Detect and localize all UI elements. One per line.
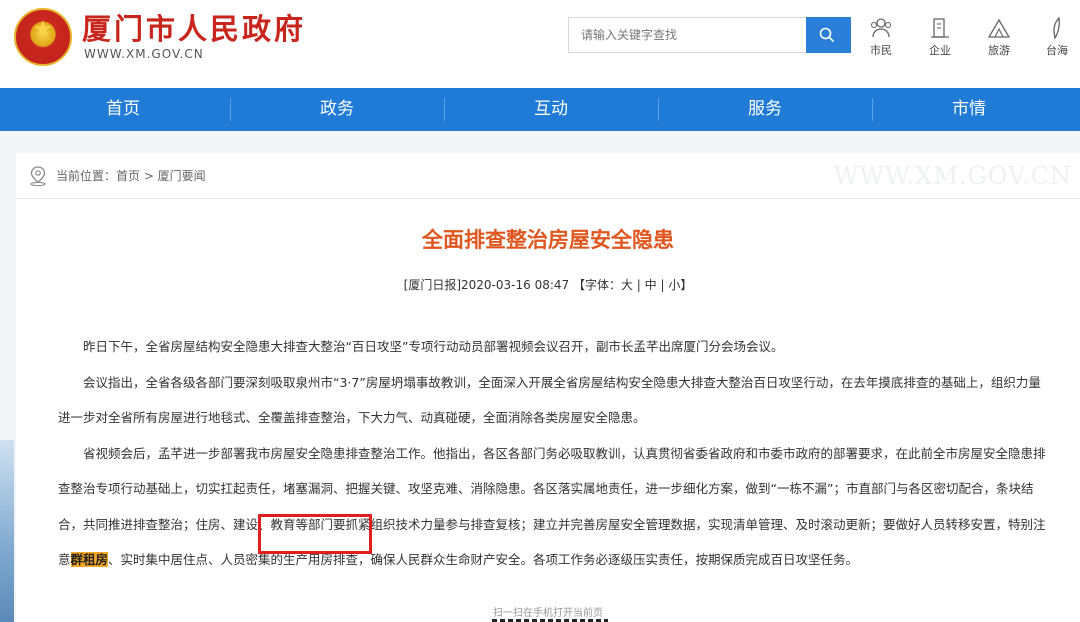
site-title[interactable]: 厦门市人民政府 (82, 6, 306, 48)
nav-item-services[interactable]: 服务 (658, 88, 872, 131)
quick-link-citizen[interactable]: 市民 (859, 16, 903, 58)
site-header: 厦门市人民政府 WWW.XM.GOV.CN 市民 企业 (0, 0, 1080, 88)
qr-caption: 扫一扫在手机打开当前页 (493, 608, 603, 619)
nav-item-government-affairs[interactable]: 政务 (230, 88, 444, 131)
nav-item-city-info[interactable]: 市情 (862, 88, 1076, 131)
article-paragraph: 昨日下午，全省房屋结构安全隐患大排查大整治“百日攻坚”专项行动动员部署视频会议召… (83, 339, 784, 354)
search-input[interactable] (569, 18, 807, 52)
highlighted-keyword: 群租房 (70, 552, 109, 567)
enterprise-icon (931, 18, 949, 38)
search-icon (819, 27, 835, 43)
paragraph-text: 、实时集中居住点、人员密集的生产用房排查，确保人民群众生命财产安全。各项工作务必… (108, 552, 859, 567)
article-meta: [厦门日报]2020-03-16 08:47 【字体：大 | 中 | 小】 (403, 278, 693, 292)
national-emblem-logo[interactable] (14, 8, 72, 66)
quick-link-label: 旅游 (988, 44, 1010, 57)
taihai-icon (1053, 16, 1060, 40)
tourism-icon (987, 18, 1011, 38)
quick-link-tourism[interactable]: 旅游 (977, 16, 1021, 58)
nav-item-interaction[interactable]: 互动 (444, 88, 658, 131)
background-cityscape (0, 440, 14, 622)
article-title: 全面排查整治房屋安全隐患 (422, 228, 674, 252)
location-pin-icon (30, 166, 46, 186)
citizen-icon (870, 18, 892, 38)
quick-link-enterprise[interactable]: 企业 (918, 16, 962, 58)
quick-link-label: 市民 (870, 44, 892, 57)
search-button[interactable] (806, 17, 851, 53)
quick-link-taihai[interactable]: 台海 (1035, 16, 1079, 58)
nav-item-home[interactable]: 首页 (16, 88, 230, 131)
search-box (568, 17, 851, 53)
site-watermark: WWW.XM.GOV.CN (833, 162, 1072, 190)
site-domain: WWW.XM.GOV.CN (84, 47, 204, 61)
annotation-highlight-box (258, 514, 372, 554)
quick-link-label: 台海 (1046, 44, 1068, 57)
main-nav: 首页 政务 互动 服务 市情 (0, 88, 1080, 131)
quick-link-label: 企业 (929, 44, 951, 57)
article-paragraph: 会议指出，全省各级各部门要深刻吸取泉州市“3·7”房屋坍塌事故教训，全面深入开展… (58, 374, 1041, 426)
breadcrumb: 当前位置：首页 > 厦门要闻 WWW.XM.GOV.CN (16, 153, 1080, 199)
paragraph-text: 省视频会后，孟芊进一步部署我市房屋安全隐患排查整治工作。他指出，各区各部门务必吸… (58, 445, 1046, 568)
article-paragraph: 省视频会后，孟芊进一步部署我市房屋安全隐患排查整治工作。他指出，各区各部门务必吸… (58, 436, 1048, 578)
article-body: 昨日下午，全省房屋结构安全隐患大排查大整治“百日攻坚”专项行动动员部署视频会议召… (58, 329, 1048, 578)
breadcrumb-text[interactable]: 当前位置：首页 > 厦门要闻 (56, 167, 206, 184)
